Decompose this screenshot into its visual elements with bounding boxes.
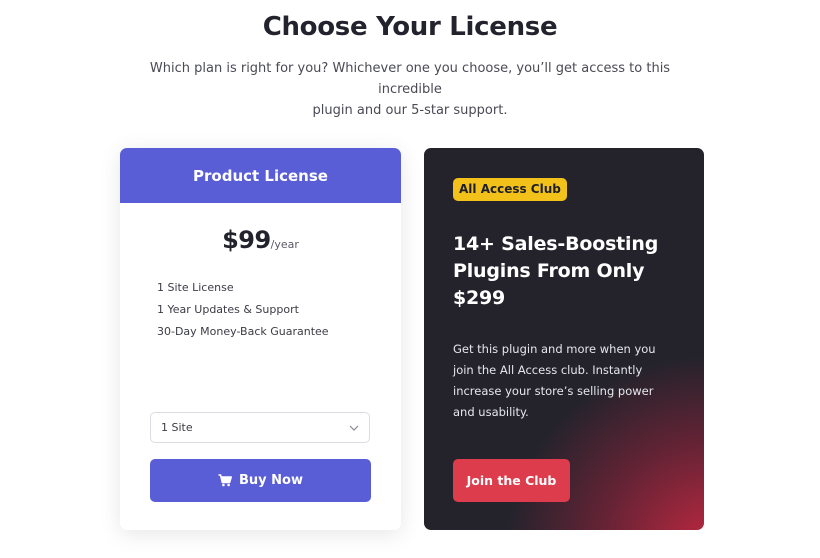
site-select-value: 1 Site [161,421,193,434]
feature-item: 1 Site License [157,281,234,294]
feature-item: 1 Year Updates & Support [157,303,299,316]
all-access-card: All Access Club 14+ Sales-Boosting Plugi… [424,148,704,530]
page-title: Choose Your License [262,12,558,42]
buy-now-button[interactable]: Buy Now [150,459,371,502]
all-access-title: 14+ Sales-Boosting Plugins From Only $29… [453,233,659,309]
product-license-header: Product License [120,148,401,203]
all-access-description: Get this plugin and more when you join t… [453,342,656,419]
price-row: $99/year [120,226,401,254]
buy-now-label: Buy Now [239,473,303,488]
cart-icon [218,474,232,487]
chevron-down-icon [349,425,359,431]
site-count-select[interactable]: 1 Site [150,412,370,443]
product-license-card: Product License $99/year 1 Site License … [120,148,401,530]
page-subtitle: Which plan is right for you? Whichever o… [130,58,690,121]
subtitle-line-2: plugin and our 5-star support. [312,103,508,118]
price-period: /year [270,238,299,251]
price: $99 [222,226,271,254]
all-access-badge: All Access Club [453,178,567,201]
join-club-button[interactable]: Join the Club [453,459,570,502]
feature-item: 30-Day Money-Back Guarantee [157,325,329,338]
subtitle-line-1: Which plan is right for you? Whichever o… [149,61,671,97]
feature-list: 1 Site License 1 Year Updates & Support … [157,280,329,346]
